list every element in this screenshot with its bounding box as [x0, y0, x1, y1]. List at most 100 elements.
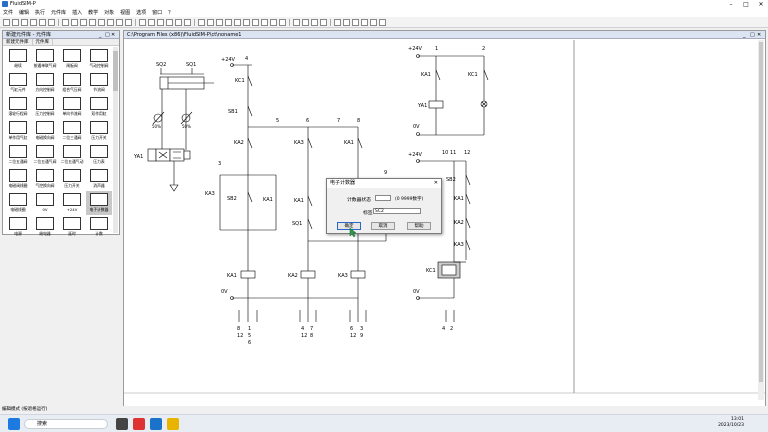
toolbar-button-icon[interactable]: [198, 19, 205, 26]
toolbar-button-icon[interactable]: [107, 19, 114, 26]
ka1-coil[interactable]: [240, 270, 256, 279]
ka1-contact-rung2[interactable]: [307, 195, 313, 207]
ka3-coil[interactable]: [350, 270, 366, 279]
toolbar-button-icon[interactable]: [48, 19, 55, 26]
tab-library[interactable]: 元件库: [33, 39, 53, 46]
menu-item-6[interactable]: 对象: [101, 9, 117, 17]
cancel-button[interactable]: 取消: [371, 222, 395, 230]
air-source-symbol[interactable]: [169, 184, 179, 192]
menu-item-9[interactable]: 窗口: [149, 9, 165, 17]
electronic-counter-coil[interactable]: [437, 261, 466, 279]
library-item[interactable]: 0V: [32, 191, 58, 215]
library-item[interactable]: 电磁阀线圈: [5, 167, 31, 191]
ka1-contact-rung3[interactable]: [357, 137, 363, 149]
library-item[interactable]: 延时: [59, 215, 85, 239]
sb2-switch-rung1[interactable]: [247, 191, 253, 203]
toolbar-button-icon[interactable]: [207, 19, 214, 26]
toolbar-button-icon[interactable]: [243, 19, 250, 26]
library-scroll-thumb[interactable]: [113, 51, 118, 91]
toolbar-button-icon[interactable]: [379, 19, 386, 26]
library-item[interactable]: 电子计数器: [86, 191, 112, 215]
menu-item-3[interactable]: 元件库: [48, 9, 69, 17]
library-item[interactable]: 双作用缸: [86, 95, 112, 119]
library-item[interactable]: 按通单联气阀: [32, 47, 58, 71]
toolbar-button-icon[interactable]: [12, 19, 19, 26]
toolbar-button-icon[interactable]: [225, 19, 232, 26]
ka1-contact-right-lower[interactable]: [465, 193, 471, 205]
menu-item-8[interactable]: 选项: [133, 9, 149, 17]
sb2-switch-right[interactable]: [465, 174, 471, 186]
library-item[interactable]: 气控换向阀: [32, 167, 58, 191]
toolbar-button-icon[interactable]: [116, 19, 123, 26]
toolbar-button-icon[interactable]: [352, 19, 359, 26]
library-item[interactable]: 电源: [5, 215, 31, 239]
toolbar-button-icon[interactable]: [270, 19, 277, 26]
menu-item-0[interactable]: 文件: [0, 9, 16, 17]
library-item[interactable]: 继电器: [32, 215, 58, 239]
library-item[interactable]: 二位五通阀: [5, 143, 31, 167]
library-item[interactable]: 电磁线圈: [5, 191, 31, 215]
library-item[interactable]: 气缸元件: [5, 71, 31, 95]
ka2-contact-rung1[interactable]: [247, 137, 253, 149]
minimize-button[interactable]: –: [724, 0, 738, 9]
toolbar-button-icon[interactable]: [302, 19, 309, 26]
app-taskbar-icon-2[interactable]: [150, 418, 162, 430]
counter-dialog[interactable]: 电子计数器 ✕ 计数器状态 (0 9999数字) 标签 SC2 确定 取消 帮助: [326, 178, 442, 238]
library-item[interactable]: 消声器: [86, 167, 112, 191]
toolbar-button-icon[interactable]: [216, 19, 223, 26]
menu-item-10[interactable]: ？: [165, 9, 176, 17]
diagram-close-icon[interactable]: ✕: [757, 31, 763, 39]
diagram-window[interactable]: C:\Program Files (x86)\FluidSIM-P\ct\non…: [123, 30, 766, 406]
library-item[interactable]: 继续: [5, 47, 31, 71]
toolbar-button-icon[interactable]: [175, 19, 182, 26]
menu-item-1[interactable]: 编辑: [16, 9, 32, 17]
library-item[interactable]: 二位三通阀: [59, 119, 85, 143]
taskbar-search[interactable]: 搜索: [24, 419, 108, 429]
library-item[interactable]: 组合气压阀: [59, 71, 85, 95]
toolbar-button-icon[interactable]: [125, 19, 132, 26]
menu-item-4[interactable]: 插入: [69, 9, 85, 17]
toolbar-button-icon[interactable]: [80, 19, 87, 26]
toolbar-button-icon[interactable]: [89, 19, 96, 26]
toolbar-button-icon[interactable]: [334, 19, 341, 26]
menu-item-7[interactable]: 视图: [117, 9, 133, 17]
ka2-contact-right-lower[interactable]: [465, 217, 471, 229]
menu-item-5[interactable]: 教学: [85, 9, 101, 17]
diagram-maximize-icon[interactable]: □: [750, 31, 756, 39]
throttle-valve-left[interactable]: [152, 89, 165, 150]
tag-input[interactable]: SC2: [373, 208, 421, 214]
dialog-close-icon[interactable]: ✕: [434, 179, 438, 188]
toolbar-button-icon[interactable]: [252, 19, 259, 26]
menu-item-2[interactable]: 执行: [32, 9, 48, 17]
system-clock[interactable]: 13:01 2023/10/23: [718, 417, 744, 429]
library-item[interactable]: +24V: [59, 191, 85, 215]
file-explorer-icon[interactable]: [167, 418, 179, 430]
ka3-contact-right-lower[interactable]: [465, 239, 471, 251]
toolbar-button-icon[interactable]: [343, 19, 350, 26]
close-button[interactable]: ✕: [754, 0, 768, 9]
library-item[interactable]: 节流阀: [86, 71, 112, 95]
toolbar-button-icon[interactable]: [234, 19, 241, 26]
library-item[interactable]: 气动控制阀: [86, 47, 112, 71]
library-item[interactable]: 二位五通气阀: [32, 143, 58, 167]
library-item[interactable]: 闸板阀: [59, 47, 85, 71]
tab-new-library[interactable]: 新建元件库: [3, 39, 33, 46]
library-item[interactable]: 单向节流阀: [59, 95, 85, 119]
toolbar-button-icon[interactable]: [30, 19, 37, 26]
app-taskbar-icon-1[interactable]: [133, 418, 145, 430]
toolbar-button-icon[interactable]: [39, 19, 46, 26]
diagram-canvas[interactable]: SQ2 SQ1 50% 50% YA1 +24V 4 KC1 SB1 5 6 7…: [124, 40, 765, 406]
library-close-icon[interactable]: ✕: [111, 31, 117, 39]
diagram-minimize-icon[interactable]: _: [743, 31, 749, 39]
toolbar-button-icon[interactable]: [148, 19, 155, 26]
library-item[interactable]: 计数: [86, 215, 112, 239]
toolbar-button-icon[interactable]: [166, 19, 173, 26]
maximize-button[interactable]: □: [739, 0, 753, 9]
throttle-valve-right[interactable]: [180, 89, 193, 150]
library-item[interactable]: 滚轮行程阀: [5, 95, 31, 119]
toolbar-button-icon[interactable]: [370, 19, 377, 26]
counter-state-input[interactable]: [375, 195, 391, 201]
help-button[interactable]: 帮助: [407, 222, 431, 230]
toolbar-button-icon[interactable]: [361, 19, 368, 26]
toolbar-button-icon[interactable]: [157, 19, 164, 26]
